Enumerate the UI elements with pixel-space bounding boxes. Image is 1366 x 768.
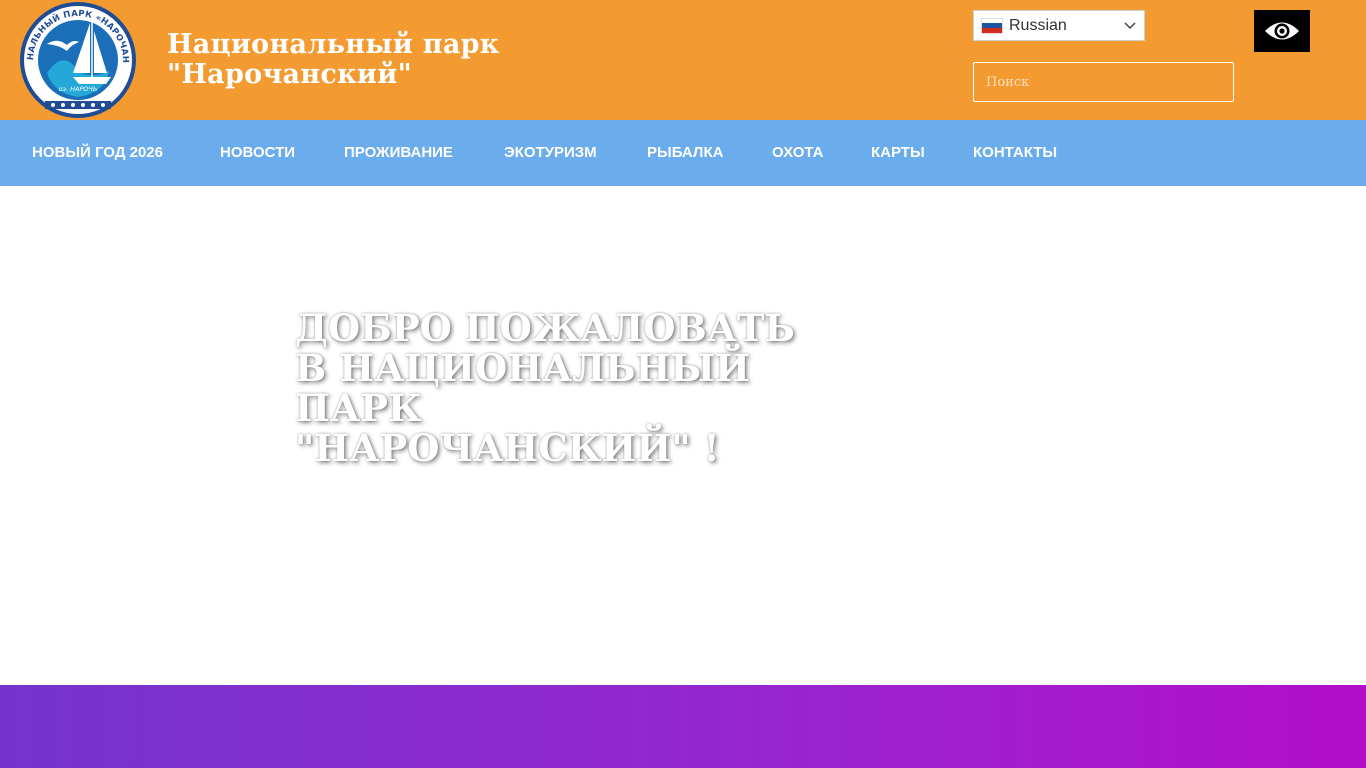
main-navigation: НОВЫЙ ГОД 2026 НОВОСТИ ПРОЖИВАНИЕ ЭКОТУР…	[0, 120, 1366, 186]
site-header: НАЦИОНАЛЬНЫЙ ПАРК «НАРОЧАНСКИЙ» оз. НАРО…	[0, 0, 1366, 120]
accessibility-button[interactable]	[1254, 10, 1310, 52]
park-emblem-logo[interactable]: НАЦИОНАЛЬНЫЙ ПАРК «НАРОЧАНСКИЙ» оз. НАРО…	[13, 0, 139, 119]
russia-flag-icon	[981, 17, 1003, 34]
emblem-lake-label: оз. НАРОЧЬ	[59, 85, 98, 93]
search-input[interactable]	[973, 62, 1234, 102]
nav-item-fishing[interactable]: РЫБАЛКА	[647, 120, 723, 186]
gradient-banner	[0, 685, 1366, 768]
welcome-heading: ДОБРО ПОЖАЛОВАТЬ В НАЦИОНАЛЬНЫЙ ПАРК "НА…	[295, 306, 795, 470]
park-emblem-icon: НАЦИОНАЛЬНЫЙ ПАРК «НАРОЧАНСКИЙ» оз. НАРО…	[13, 0, 136, 118]
site-title: Национальный парк "Нарочанский"	[167, 29, 500, 90]
hero-section: ДОБРО ПОЖАЛОВАТЬ В НАЦИОНАЛЬНЫЙ ПАРК "НА…	[0, 186, 1366, 685]
nav-item-new-year-2026[interactable]: НОВЫЙ ГОД 2026	[32, 120, 163, 186]
nav-item-contacts[interactable]: КОНТАКТЫ	[973, 120, 1057, 186]
nav-item-accommodation[interactable]: ПРОЖИВАНИЕ	[344, 120, 453, 186]
chevron-down-icon	[1116, 21, 1144, 30]
nav-item-hunting[interactable]: ОХОТА	[772, 120, 823, 186]
language-selector[interactable]: Russian	[973, 10, 1145, 41]
eye-icon	[1265, 22, 1299, 40]
nav-item-ecotourism[interactable]: ЭКОТУРИЗМ	[504, 120, 597, 186]
nav-item-maps[interactable]: КАРТЫ	[871, 120, 925, 186]
language-label: Russian	[1009, 16, 1067, 34]
nav-item-news[interactable]: НОВОСТИ	[220, 120, 295, 186]
